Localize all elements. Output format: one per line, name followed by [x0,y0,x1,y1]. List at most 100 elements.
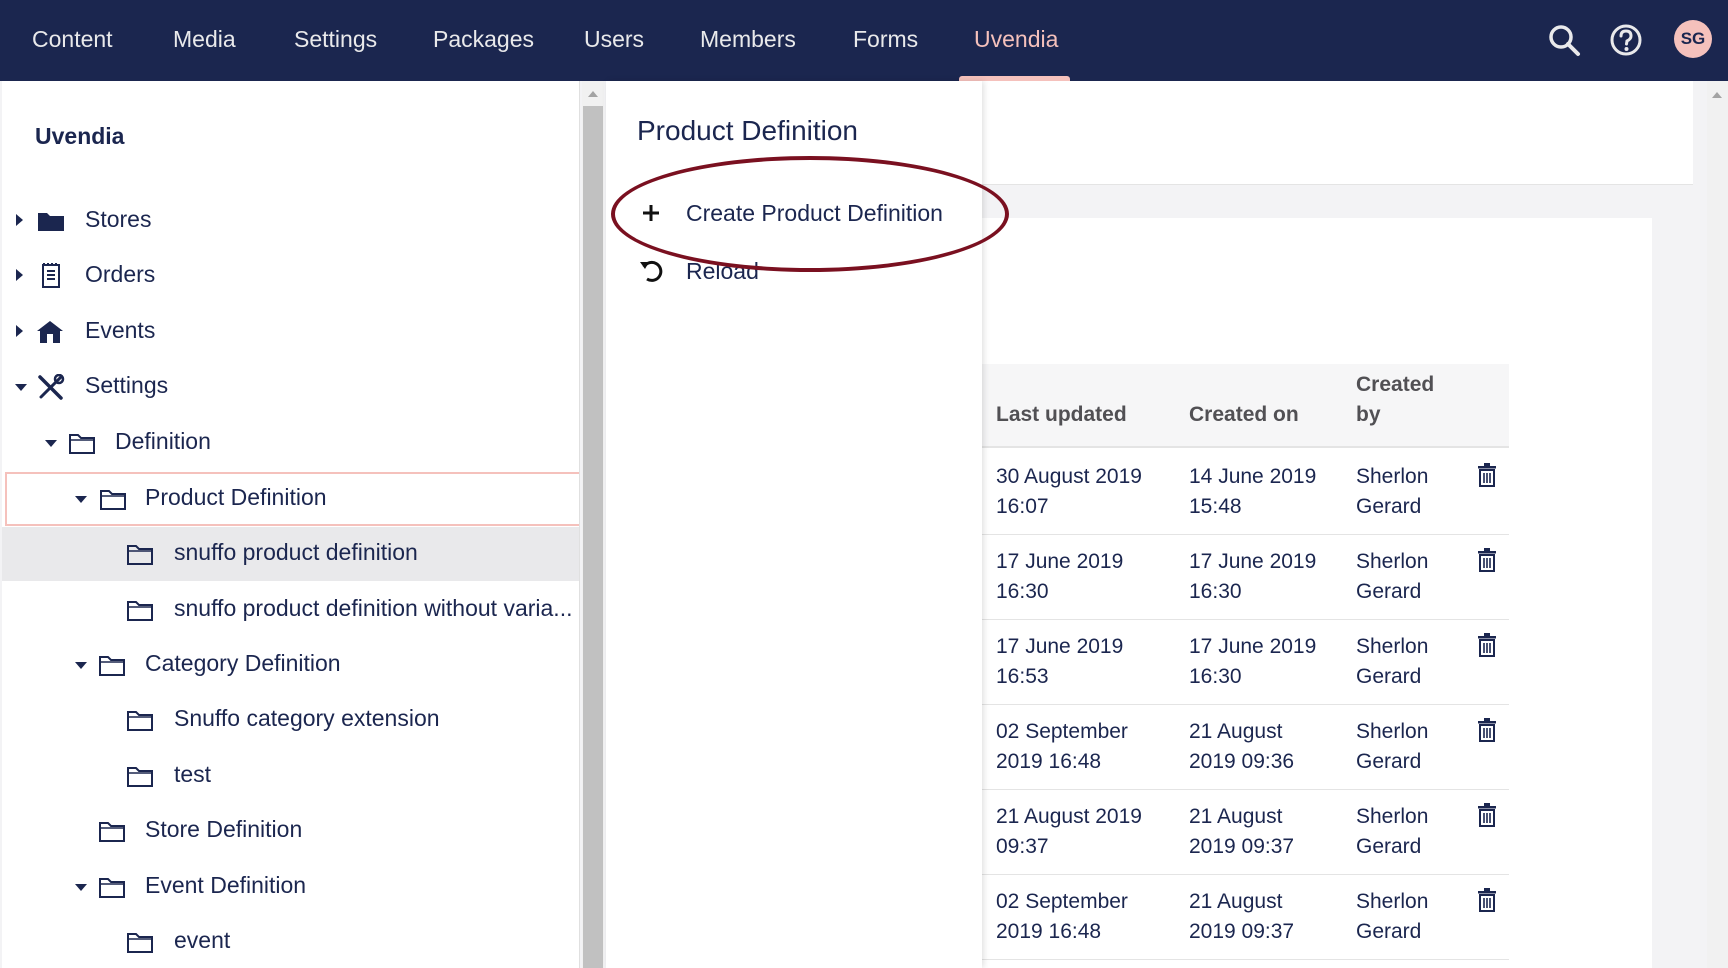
column-created-by-line2[interactable]: by [1356,400,1381,430]
folder-icon [127,545,153,565]
tree-item-label: snuffo product definition [174,539,418,565]
tree-item-snuffo-category-extension[interactable]: Snuffo category extension [2,693,579,747]
column-created-on[interactable]: Created on [1189,400,1299,430]
receipt-icon [42,263,60,288]
tree-item-label: Definition [115,428,211,454]
tree-item-store-definition[interactable]: Store Definition [2,804,579,858]
scroll-up-arrow-icon[interactable] [1712,92,1722,98]
nav-settings[interactable]: Settings [294,0,377,81]
created-on-cell-time: 2019 09:36 [1189,750,1295,773]
folder-icon [99,878,125,898]
trash-icon[interactable] [1476,717,1498,743]
tree-item-label: Store Definition [145,816,303,842]
last-updated-cell: 30 August 2019 [996,465,1142,488]
tree-item-label: Category Definition [145,650,341,676]
caret-right-icon[interactable] [16,269,23,281]
nav-users[interactable]: Users [584,0,644,81]
tree-item-events[interactable]: Events [2,305,579,359]
created-on-cell: 21 August [1189,720,1283,743]
tree-item-definition[interactable]: Definition [2,416,579,470]
caret-right-icon[interactable] [16,325,23,337]
column-created-by-line1[interactable]: Created [1356,370,1434,400]
column-last-updated[interactable]: Last updated [996,400,1127,430]
tree-item-product-definition[interactable]: Product Definition [5,472,579,526]
help-icon[interactable] [1608,22,1644,58]
folder-solid-icon [38,213,64,231]
tree-item-event-definition[interactable]: Event Definition [2,860,579,914]
table-row[interactable]: 17 June 2019 16:53 17 June 2019 16:30 Sher… [982,620,1509,705]
trash-icon[interactable] [1476,887,1498,913]
created-on-cell: 21 August [1189,805,1283,828]
tools-icon [38,374,65,400]
created-by-cell-last: Gerard [1356,920,1422,943]
tree-item-label: Orders [85,261,156,287]
reload-button[interactable]: Reload [606,244,982,300]
caret-down-icon[interactable] [75,496,87,503]
last-updated-cell-time: 16:07 [996,495,1049,518]
last-updated-cell-time: 09:37 [996,835,1049,858]
actions-menu-title: Product Definition [637,115,859,146]
caret-down-icon[interactable] [45,440,57,447]
trash-icon[interactable] [1476,802,1498,828]
reload-icon [640,260,663,282]
search-icon[interactable] [1546,22,1582,58]
created-by-cell-last: Gerard [1356,665,1422,688]
tree-item-event[interactable]: event [2,915,579,968]
last-updated-cell-time: 2019 16:48 [996,920,1102,943]
tree-item-label: Snuffo category extension [174,705,440,731]
table-row[interactable]: 30 August 2019 16:07 14 June 2019 15:48 Sh… [982,450,1509,535]
tree-item-stores[interactable]: Stores [2,194,579,248]
nav-packages[interactable]: Packages [433,0,534,81]
caret-down-icon[interactable] [75,662,87,669]
nav-members[interactable]: Members [700,0,796,81]
caret-down-icon[interactable] [75,884,87,891]
tree-item-label: Settings [85,372,169,398]
tree-item-label: event [174,927,231,953]
folder-icon [69,434,95,454]
tree-item-snuffo-product-definition[interactable]: snuffo product definition [2,527,579,581]
table-row[interactable]: 17 June 2019 16:30 17 June 2019 16:30 Sher… [982,535,1509,620]
created-by-cell-last: Gerard [1356,580,1422,603]
top-navigation: Content Media Settings Packages Users Me… [0,0,1728,82]
folder-icon [100,490,126,510]
content-header [982,81,1693,185]
nav-uvendia[interactable]: Uvendia [974,0,1058,81]
trash-icon[interactable] [1476,632,1498,658]
nav-content[interactable]: Content [32,0,113,81]
tree-item-category-definition[interactable]: Category Definition [2,638,579,692]
user-avatar[interactable]: SG [1674,20,1712,58]
section-tree: Uvendia Stores Orders Events Settings De… [2,81,580,968]
tree-root-title[interactable]: Uvendia [35,123,124,150]
trash-icon[interactable] [1476,547,1498,573]
created-on-cell-time: 2019 09:37 [1189,835,1295,858]
created-on-cell: 21 August [1189,890,1283,913]
caret-down-icon[interactable] [15,384,27,391]
nav-media[interactable]: Media [173,0,236,81]
last-updated-cell: 02 September [996,890,1128,913]
created-by-cell: Sherlon [1356,635,1429,658]
tree-item-test[interactable]: test [2,749,579,803]
scroll-up-arrow-icon[interactable] [588,91,598,97]
table-row[interactable]: 02 September 2019 16:48 21 August 2019 09:… [982,875,1509,960]
tree-item-label: test [174,761,212,787]
nav-forms[interactable]: Forms [853,0,918,81]
tree-item-label: Event Definition [145,872,307,898]
created-on-cell: 17 June 2019 [1189,635,1317,658]
tree-item-orders[interactable]: Orders [2,249,579,303]
create-product-definition-button[interactable]: Create Product Definition [606,186,982,242]
folder-icon [127,933,153,953]
table-row[interactable]: 02 September 2019 16:48 21 August 2019 09:… [982,705,1509,790]
created-by-cell: Sherlon [1356,805,1429,828]
created-by-cell: Sherlon [1356,465,1429,488]
tree-scrollbar-thumb[interactable] [583,106,603,968]
trash-icon[interactable] [1476,462,1498,488]
caret-right-icon[interactable] [16,214,23,226]
last-updated-cell: 17 June 2019 [996,550,1124,573]
tree-item-snuffo-product-definition-without-variants[interactable]: snuffo product definition without varia.… [2,583,579,637]
folder-icon [127,711,153,731]
table-row[interactable]: 21 August 2019 09:37 21 August 2019 09:37 … [982,790,1509,875]
folder-icon [127,601,153,621]
tree-item-settings[interactable]: Settings [2,360,579,414]
folder-icon [99,822,125,842]
content-scrollbar[interactable] [1707,81,1728,968]
